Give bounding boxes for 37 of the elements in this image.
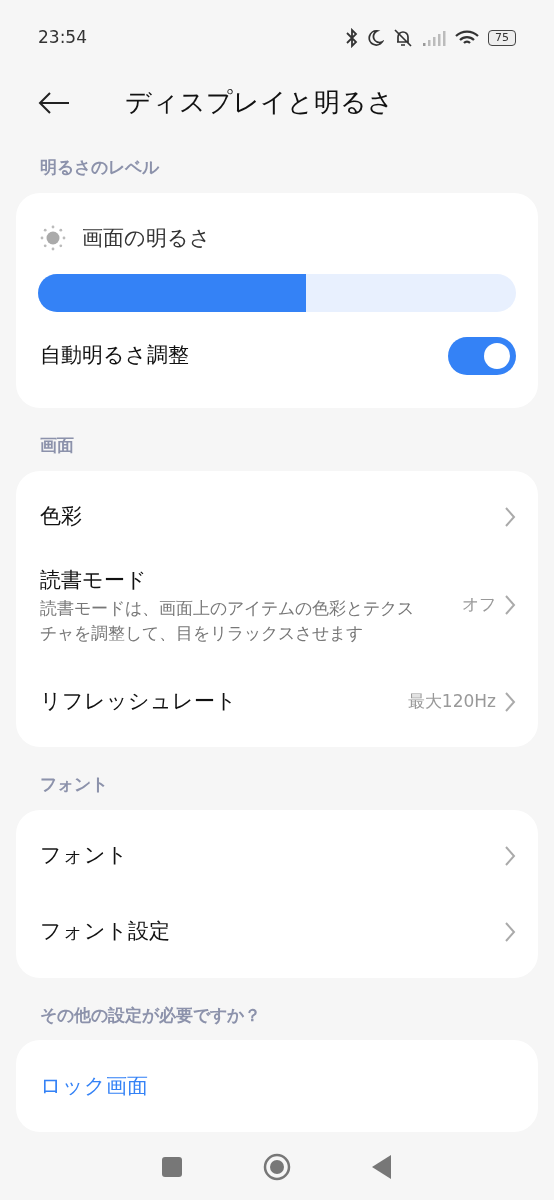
chevron-icon <box>504 690 516 713</box>
setting-label: 自動明るさ調整 <box>40 342 189 370</box>
clock-time: 23:54 <box>38 25 87 49</box>
setting-label[interactable]: 色彩 <box>40 500 82 533</box>
page-title: ディスプレイと明るさ <box>125 86 394 119</box>
setting-description: 読書モードは、画面上のアイテムの色彩とテクスチャを調整して、目をリラックスさせます <box>40 597 415 645</box>
setting-label[interactable]: リフレッシュレート <box>40 685 237 718</box>
chevron-icon <box>504 845 516 868</box>
setting-label[interactable]: フォント <box>40 840 128 872</box>
section-label: フォント <box>39 773 109 797</box>
back-nav-button[interactable] <box>371 1153 393 1180</box>
section-label: その他の設定が必要ですか？ <box>39 1003 262 1027</box>
signal-icon <box>422 29 446 46</box>
home-button[interactable] <box>263 1152 291 1181</box>
setting-label[interactable]: フォント設定 <box>40 916 170 948</box>
section-label: 画面 <box>39 434 75 457</box>
moon-icon <box>366 28 384 47</box>
setting-value: オフ <box>462 593 496 617</box>
chevron-icon <box>504 921 516 944</box>
chevron-icon <box>504 594 516 617</box>
shortcut-link[interactable]: ロック画面 <box>40 1070 148 1103</box>
muted-bell-icon <box>392 27 414 48</box>
section-label: 明るさのレベル <box>39 156 161 179</box>
sun-icon <box>40 225 66 252</box>
setting-label: 画面の明るさ <box>82 224 211 252</box>
toggle-row[interactable]: 自動明るさ調整 <box>16 312 538 400</box>
back-button[interactable] <box>38 90 70 115</box>
chevron-icon <box>504 506 516 528</box>
settings-row[interactable]: 読書モード 読書モードは、画面上のアイテムの色彩とテクスチャを調整して、目をリラックスさせます オフ <box>16 554 538 664</box>
brightness-slider[interactable] <box>38 274 516 312</box>
setting-label: 読書モード <box>40 566 148 594</box>
toggle-switch[interactable] <box>448 337 516 375</box>
battery-indicator: 75 <box>488 29 516 46</box>
setting-value: 最大120Hz <box>407 689 496 713</box>
recents-button[interactable] <box>161 1155 183 1178</box>
bluetooth-icon <box>346 27 358 48</box>
back-arrow-icon <box>38 92 70 114</box>
